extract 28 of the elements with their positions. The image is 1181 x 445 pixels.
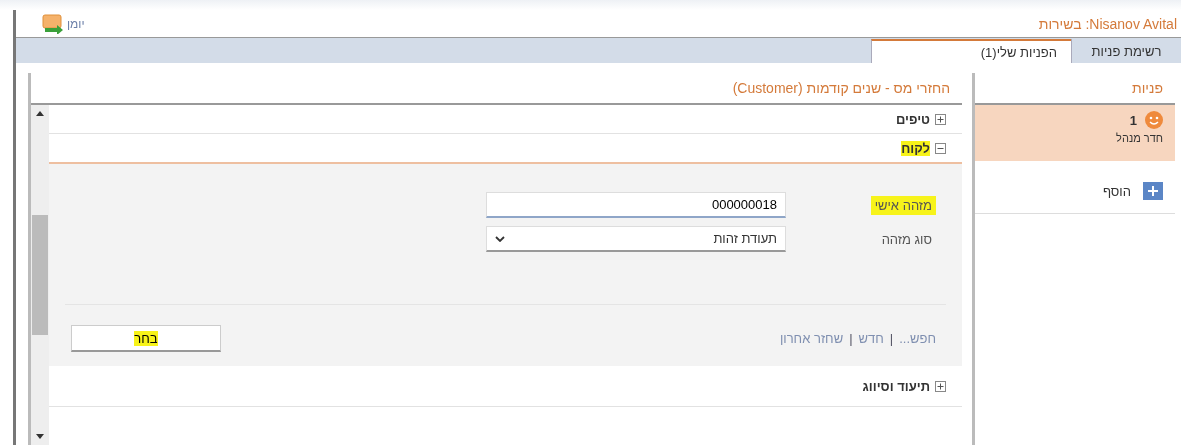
field-label: סוג מזהה — [880, 230, 933, 249]
request-name: חדר מנהל — [1115, 132, 1163, 144]
tab[interactable]: הפניות שלי(1) — [871, 39, 1071, 63]
chevron-down-icon — [495, 235, 505, 242]
smiley-icon — [1145, 111, 1163, 129]
journal-link[interactable]: יומן — [41, 13, 85, 34]
plus-icon — [1148, 186, 1158, 196]
link-separator: | — [889, 331, 894, 346]
add-button[interactable] — [1143, 182, 1163, 200]
scroll-up-icon[interactable] — [36, 111, 44, 116]
mail-arrow-icon — [41, 13, 65, 34]
id-type-select[interactable]: תעודת זהות — [486, 226, 786, 252]
choose-button[interactable]: בחר — [71, 325, 221, 352]
collapse-icon[interactable] — [935, 142, 946, 154]
expand-icon[interactable] — [935, 380, 946, 392]
section-title[interactable]: תיעוד וסיווג — [862, 378, 930, 394]
section-title[interactable]: לקוח — [901, 140, 930, 156]
panel-title: החזרי מס - שנים קודמות (Customer) — [31, 73, 962, 105]
scroll-down-icon[interactable] — [36, 434, 44, 439]
link-separator: | — [849, 331, 853, 346]
field-label: מזהה אישי — [870, 195, 936, 215]
scrollbar[interactable] — [31, 105, 49, 445]
expand-icon[interactable] — [935, 113, 946, 125]
id-input[interactable]: 000000018 — [486, 192, 786, 218]
section-title[interactable]: טיפים — [895, 111, 930, 127]
user-status: Nisanov Avital: בשירות — [1038, 15, 1177, 32]
add-label: הוסף — [1102, 183, 1131, 199]
request-count: 1 — [1129, 112, 1137, 128]
